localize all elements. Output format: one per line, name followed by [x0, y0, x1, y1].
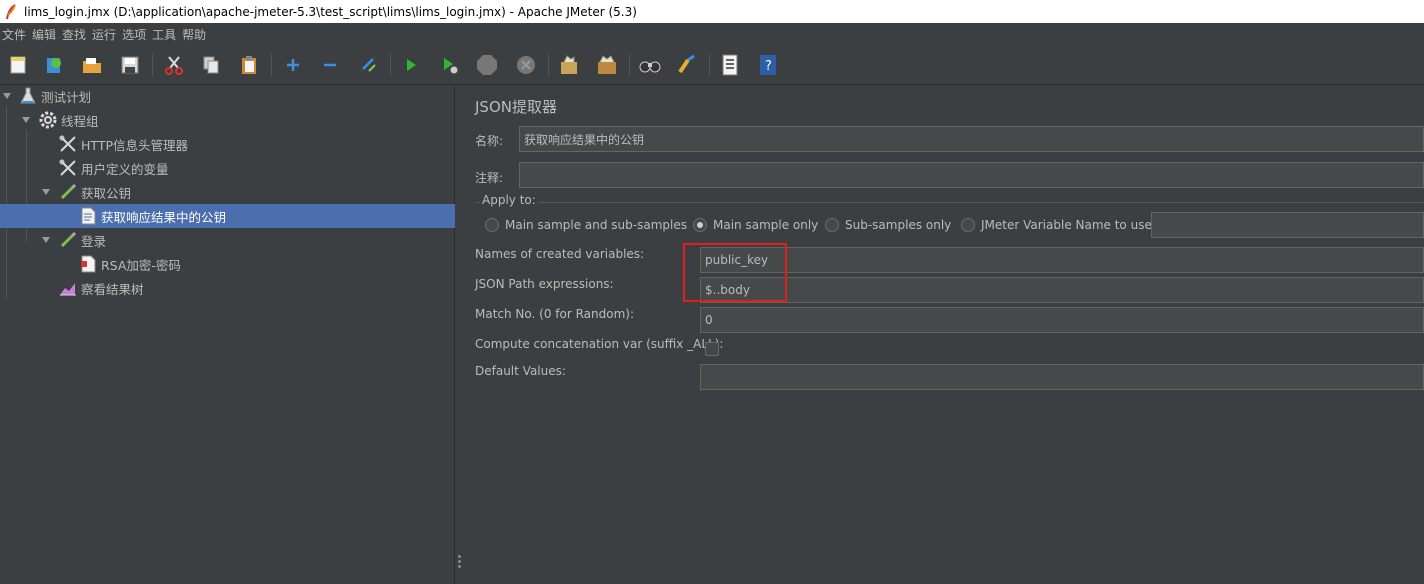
templates-icon[interactable] [42, 53, 66, 77]
tree-node-thread-group[interactable]: 线程组 [0, 108, 455, 132]
start-icon[interactable] [399, 53, 423, 77]
tree-node-http-header-manager[interactable]: HTTP信息头管理器 [0, 132, 455, 156]
radio-label: Main sample only [713, 218, 819, 232]
name-input[interactable]: 获取响应结果中的公钥 [519, 126, 1424, 152]
json-path-input[interactable]: $..body [700, 277, 1424, 303]
concat-label: Compute concatenation var (suffix _ALL): [475, 337, 724, 351]
search-icon[interactable] [638, 53, 662, 77]
document-icon [78, 206, 98, 226]
window-title-bar: lims_login.jmx (D:\application\apache-jm… [0, 0, 1424, 23]
radio-circle [825, 218, 839, 232]
json-path-label: JSON Path expressions: [475, 277, 614, 291]
copy-icon[interactable] [199, 53, 223, 77]
toggle-icon[interactable] [357, 53, 381, 77]
tree-node-label: 线程组 [61, 113, 99, 129]
menu-search[interactable]: 查找 [60, 26, 90, 43]
wrench-icon [58, 158, 78, 178]
concat-checkbox[interactable] [705, 342, 719, 356]
expand-icon[interactable] [281, 53, 305, 77]
comment-input[interactable] [519, 162, 1424, 188]
shutdown-icon[interactable] [514, 53, 538, 77]
collapse-icon[interactable] [318, 53, 342, 77]
radio-circle [485, 218, 499, 232]
flask-icon [18, 86, 38, 106]
toolbar: ? [0, 45, 1424, 85]
tree-node-label: 测试计划 [41, 89, 92, 105]
created-variables-label: Names of created variables: [475, 247, 645, 261]
open-icon[interactable] [80, 53, 104, 77]
menu-file[interactable]: 文件 [0, 26, 30, 43]
tree-node-test-plan[interactable]: 测试计划 [0, 84, 455, 108]
radio-main-and-sub-samples[interactable]: Main sample and sub-samples [485, 218, 687, 232]
tree-node-label: HTTP信息头管理器 [81, 137, 188, 153]
script-icon [78, 254, 98, 274]
tree-node-label: 获取公钥 [81, 185, 132, 201]
clear-all-icon[interactable] [595, 53, 619, 77]
name-label: 名称: [475, 134, 504, 148]
radio-circle-selected [693, 218, 707, 232]
red-highlight-box [683, 243, 787, 302]
stop-icon[interactable] [475, 53, 499, 77]
tree-node-rsa-encrypt[interactable]: RSA加密-密码 [0, 252, 455, 276]
radio-circle [961, 218, 975, 232]
radio-sub-samples-only[interactable]: Sub-samples only [825, 218, 951, 232]
tree-node-user-defined-variables[interactable]: 用户定义的变量 [0, 156, 455, 180]
save-icon[interactable] [118, 53, 142, 77]
tree-node-json-extractor[interactable]: 获取响应结果中的公钥 [0, 204, 455, 228]
radio-jmeter-variable[interactable]: JMeter Variable Name to use [961, 218, 1152, 232]
radio-label: Sub-samples only [845, 218, 952, 232]
pipette-icon [58, 182, 78, 202]
apply-to-group-border [475, 202, 1424, 203]
menu-tools[interactable]: 工具 [150, 26, 180, 43]
splitter-handle[interactable] [458, 555, 462, 569]
comment-label: 注释: [475, 171, 504, 185]
menu-bar: 文件 编辑 查找 运行 选项 工具 帮助 [0, 23, 1424, 45]
gear-icon [38, 110, 58, 130]
paste-icon[interactable] [237, 53, 261, 77]
reset-search-icon[interactable] [675, 53, 699, 77]
tree-node-view-results-tree[interactable]: 察看结果树 [0, 276, 455, 300]
radio-label: Main sample and sub-samples [505, 218, 687, 232]
test-plan-tree: 测试计划 线程组 HTTP信息头管理器 用户定义的变量 获取公钥 获取响应结果中… [0, 86, 455, 584]
help-icon[interactable]: ? [756, 53, 780, 77]
radio-label: JMeter Variable Name to use [981, 218, 1152, 232]
tree-node-label: RSA加密-密码 [101, 257, 181, 273]
chart-icon [58, 278, 78, 298]
window-title: lims_login.jmx (D:\application\apache-jm… [24, 4, 637, 19]
tree-node-label: 获取响应结果中的公钥 [101, 209, 227, 225]
start-no-pause-icon[interactable] [438, 53, 462, 77]
clear-icon[interactable] [557, 53, 581, 77]
menu-edit[interactable]: 编辑 [30, 26, 60, 43]
json-extractor-panel: JSON提取器 名称: 获取响应结果中的公钥 注释: Apply to: Mai… [465, 86, 1424, 584]
created-variables-input[interactable]: public_key [700, 247, 1424, 273]
tree-node-label: 察看结果树 [81, 281, 144, 297]
jmeter-variable-input[interactable] [1151, 212, 1424, 238]
svg-text:?: ? [765, 59, 772, 74]
apply-to-label: Apply to: [480, 193, 538, 207]
default-values-label: Default Values: [475, 364, 566, 378]
cut-icon[interactable] [162, 53, 186, 77]
match-no-label: Match No. (0 for Random): [475, 307, 635, 321]
tree-node-login[interactable]: 登录 [0, 228, 455, 252]
function-helper-icon[interactable] [718, 53, 742, 77]
menu-help[interactable]: 帮助 [180, 26, 210, 43]
jmeter-feather-icon [6, 3, 16, 19]
radio-main-sample-only[interactable]: Main sample only [693, 218, 818, 232]
tree-node-label: 登录 [81, 233, 107, 249]
new-icon[interactable] [6, 53, 30, 77]
tree-node-get-public-key[interactable]: 获取公钥 [0, 180, 455, 204]
menu-options[interactable]: 选项 [120, 26, 150, 43]
default-values-input[interactable] [700, 364, 1424, 390]
match-no-input[interactable]: 0 [700, 307, 1424, 333]
tree-node-label: 用户定义的变量 [81, 161, 169, 177]
panel-title: JSON提取器 [475, 98, 557, 116]
menu-run[interactable]: 运行 [90, 26, 120, 43]
wrench-icon [58, 134, 78, 154]
pipette-icon [58, 230, 78, 250]
